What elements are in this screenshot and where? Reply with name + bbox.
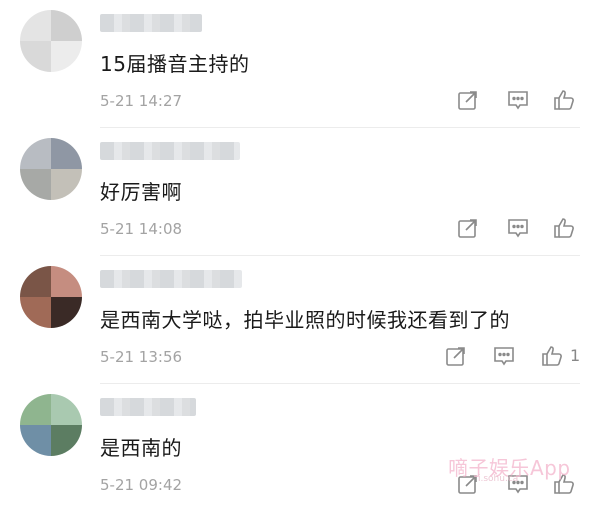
comment-icon[interactable] — [506, 216, 530, 240]
comment-timestamp: 5-21 13:56 — [100, 348, 183, 366]
comment-timestamp: 5-21 14:08 — [100, 220, 183, 238]
comment-text: 是西南的 — [100, 436, 182, 460]
username-blurred[interactable] — [100, 142, 240, 160]
thumbs-up-icon[interactable] — [552, 88, 576, 112]
comment-item: 是西南的 5-21 09:42 — [0, 384, 600, 512]
share-icon[interactable] — [444, 344, 468, 368]
comment-timestamp: 5-21 09:42 — [100, 476, 183, 494]
avatar[interactable] — [20, 266, 82, 328]
comment-timestamp: 5-21 14:27 — [100, 92, 183, 110]
avatar[interactable] — [20, 10, 82, 72]
username-blurred[interactable] — [100, 398, 196, 416]
comment-text: 是西南大学哒，拍毕业照的时候我还看到了的 — [100, 308, 510, 332]
username-blurred[interactable] — [100, 270, 242, 288]
comment-item: 好厉害啊 5-21 14:08 — [0, 128, 600, 256]
avatar[interactable] — [20, 138, 82, 200]
share-icon[interactable] — [456, 88, 480, 112]
avatar[interactable] — [20, 394, 82, 456]
comment-icon[interactable] — [492, 344, 516, 368]
comment-text: 好厉害啊 — [100, 180, 182, 204]
comment-text: 15届播音主持的 — [100, 52, 250, 76]
comment-icon[interactable] — [506, 88, 530, 112]
comment-item: 15届播音主持的 5-21 14:27 — [0, 0, 600, 128]
thumbs-up-icon[interactable] — [540, 344, 564, 368]
comment-item: 是西南大学哒，拍毕业照的时候我还看到了的 5-21 13:56 1 — [0, 256, 600, 384]
like-count: 1 — [570, 346, 581, 365]
share-icon[interactable] — [456, 216, 480, 240]
username-blurred[interactable] — [100, 14, 202, 32]
watermark-subtitle: i.sohu.ca — [478, 474, 519, 484]
thumbs-up-icon[interactable] — [552, 216, 576, 240]
